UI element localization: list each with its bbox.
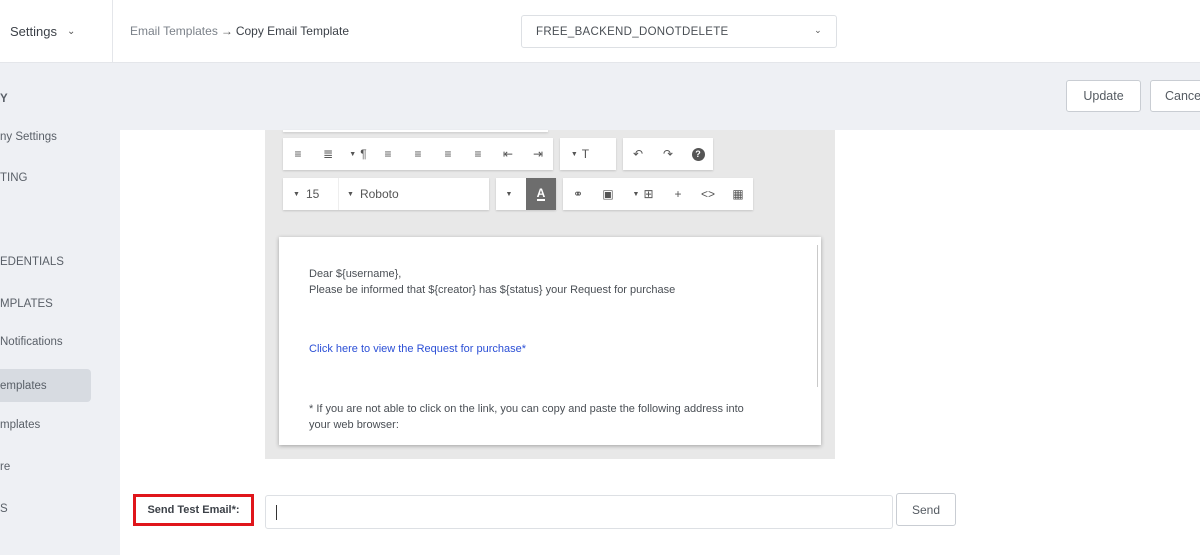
text-size-tools: ▼ T: [560, 138, 616, 170]
breadcrumb-current: Copy Email Template: [235, 24, 349, 38]
outdent-icon[interactable]: ⇤: [493, 138, 523, 170]
sidebar-item-store[interactable]: re: [0, 461, 10, 473]
insert-tools: ⚭ ▣ ▼ ⊞ + <> ▦: [563, 178, 753, 210]
send-test-email-label: Send Test Email*:: [133, 494, 254, 526]
email-greeting: Dear ${username},: [309, 268, 402, 280]
sidebar-item-section-2[interactable]: TING: [0, 172, 27, 184]
toolbar-row-1-remnant: [283, 130, 548, 132]
sidebar-item-templates-section[interactable]: MPLATES: [0, 298, 53, 310]
sidebar-item-templates[interactable]: mplates: [0, 419, 40, 431]
sidebar-item-section-3[interactable]: S: [0, 503, 8, 515]
action-bar: [120, 63, 1200, 130]
text-cursor: [276, 505, 277, 520]
undo-icon[interactable]: ↶: [623, 138, 653, 170]
bullet-list-icon[interactable]: ≡: [283, 138, 313, 170]
chevron-down-icon: ⌄: [814, 25, 822, 35]
sidebar-item-credentials[interactable]: EDENTIALS: [0, 256, 64, 268]
settings-label: Settings: [10, 24, 57, 39]
email-footnote-1: * If you are not able to click on the li…: [309, 403, 744, 415]
request-link[interactable]: Click here to view the Request for purch…: [309, 341, 526, 357]
font-family-value: Roboto: [359, 187, 399, 201]
table-icon[interactable]: ▼ ⊞: [623, 178, 663, 210]
fullscreen-icon[interactable]: ▦: [723, 178, 753, 210]
test-email-input[interactable]: [265, 495, 893, 529]
align-right-icon[interactable]: ≡: [433, 138, 463, 170]
toolbar-row-2: ≡ ≣ ▼ ¶ ≡ ≡ ≡ ≡ ⇤ ⇥ ▼ T ↶ ↷ ?: [283, 138, 720, 170]
toolbar-row-3: ▼ 15 ▼ Roboto ▼ A ⚭ ▣ ▼ ⊞ + <> ▦: [283, 178, 760, 210]
align-center-icon[interactable]: ≡: [403, 138, 433, 170]
sidebar-item-section-1[interactable]: Y: [0, 93, 8, 105]
horizontal-rule-icon[interactable]: +: [663, 178, 693, 210]
paragraph-format-icon[interactable]: ▼ ¶: [343, 138, 373, 170]
indent-icon[interactable]: ⇥: [523, 138, 553, 170]
align-left-icon[interactable]: ≡: [373, 138, 403, 170]
editor-scrollbar[interactable]: [817, 245, 818, 387]
breadcrumb-arrow-icon: →: [220, 24, 233, 38]
align-justify-icon[interactable]: ≡: [463, 138, 493, 170]
numbered-list-icon[interactable]: ≣: [313, 138, 343, 170]
editor-content[interactable]: Dear ${username}, Please be informed tha…: [279, 237, 821, 445]
sidebar-item-label: emplates: [0, 379, 47, 392]
font-family-select[interactable]: ▼ Roboto: [339, 178, 399, 210]
text-color-icon[interactable]: A: [526, 178, 556, 210]
chevron-down-icon: ⌄: [66, 26, 76, 37]
settings-menu-button[interactable]: Settings ⌄: [0, 0, 113, 63]
store-select-value: FREE_BACKEND_DONOTDELETE: [536, 25, 729, 38]
email-footnote-2: your web browser:: [309, 419, 399, 431]
font-size-select[interactable]: ▼ 15: [283, 178, 339, 210]
cancel-button[interactable]: Cance: [1150, 80, 1200, 112]
history-tools: ↶ ↷ ?: [623, 138, 713, 170]
sidebar: Y ny Settings TING EDENTIALS MPLATES Not…: [0, 63, 120, 555]
store-select[interactable]: FREE_BACKEND_DONOTDELETE ⌄: [521, 15, 837, 48]
code-view-icon[interactable]: <>: [693, 178, 723, 210]
sidebar-item-email-templates[interactable]: emplates: [0, 369, 91, 402]
update-button[interactable]: Update: [1066, 80, 1141, 112]
sidebar-item-company-settings[interactable]: ny Settings: [0, 131, 57, 143]
top-bar: Settings ⌄ Email Templates → Copy Email Te…: [0, 0, 1200, 63]
link-icon[interactable]: ⚭: [563, 178, 593, 210]
send-button[interactable]: Send: [896, 493, 956, 526]
breadcrumb-email-templates[interactable]: Email Templates: [130, 24, 218, 38]
color-dropdown-icon[interactable]: ▼: [496, 178, 526, 210]
paragraph-tools: ≡ ≣ ▼ ¶ ≡ ≡ ≡ ≡ ⇤ ⇥: [283, 138, 553, 170]
redo-icon[interactable]: ↷: [653, 138, 683, 170]
font-tools: ▼ 15 ▼ Roboto: [283, 178, 489, 210]
sidebar-item-notifications[interactable]: Notifications: [0, 336, 63, 348]
breadcrumb: Email Templates → Copy Email Template: [130, 24, 349, 38]
help-icon[interactable]: ?: [683, 138, 713, 170]
line-height-icon[interactable]: ▼ T: [560, 138, 600, 170]
email-line-1: Please be informed that ${creator} has $…: [309, 284, 676, 296]
font-size-value: 15: [305, 187, 320, 201]
color-tools: ▼ A: [496, 178, 556, 210]
image-icon[interactable]: ▣: [593, 178, 623, 210]
